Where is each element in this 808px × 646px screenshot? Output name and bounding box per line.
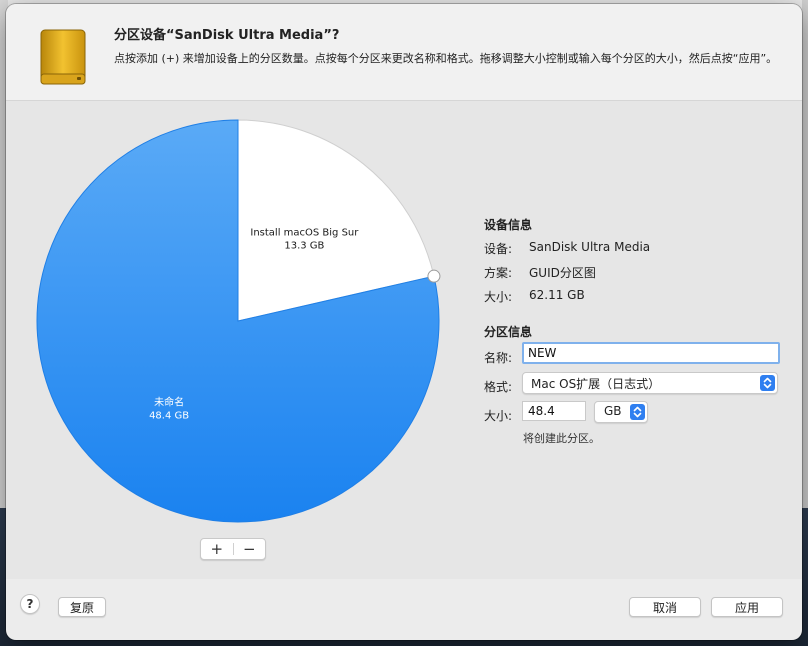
device-size-label: 大小:: [484, 290, 513, 304]
revert-button[interactable]: 复原: [58, 597, 106, 617]
partition-stepper: + −: [200, 538, 266, 560]
remove-partition-button[interactable]: −: [233, 539, 265, 559]
format-value: Mac OS扩展（日志式）: [531, 377, 661, 391]
device-value: SanDisk Ultra Media: [529, 240, 651, 254]
name-label: 名称:: [484, 351, 513, 365]
unit-value: GB: [604, 404, 622, 418]
cancel-button[interactable]: 取消: [629, 597, 701, 617]
resize-handle[interactable]: [427, 269, 441, 283]
partition-size-label: 48.4 GB: [149, 410, 189, 421]
scheme-label: 方案:: [484, 266, 513, 280]
size-label: 大小:: [484, 409, 513, 423]
unit-select[interactable]: GB: [594, 401, 648, 423]
format-label: 格式:: [484, 380, 513, 394]
partition-name-input[interactable]: [522, 342, 780, 364]
device-label: 设备:: [484, 242, 513, 256]
partition-name-label: 未命名: [154, 395, 184, 408]
device-size-value: 62.11 GB: [529, 288, 585, 302]
partition-size-label: 13.3 GB: [284, 241, 324, 252]
scheme-value: GUID分区图: [529, 266, 596, 280]
partition-size-input[interactable]: [522, 401, 586, 421]
dialog-subtitle: 点按添加 (+) 来增加设备上的分区数量。点按每个分区来更改名称和格式。拖移调整…: [114, 52, 778, 65]
external-drive-icon: [40, 29, 86, 85]
partition-pie-chart[interactable]: Install macOS Big Sur 13.3 GB 未命名 48.4 GB: [30, 113, 446, 529]
help-button[interactable]: ?: [20, 594, 40, 614]
device-info-title: 设备信息: [484, 218, 533, 232]
dialog-header: 分区设备“SanDisk Ultra Media”? 点按添加 (+) 来增加设…: [6, 4, 802, 100]
add-partition-button[interactable]: +: [201, 539, 233, 559]
partition-info-title: 分区信息: [484, 325, 533, 339]
apply-button[interactable]: 应用: [711, 597, 783, 617]
format-select[interactable]: Mac OS扩展（日志式）: [522, 372, 778, 394]
dialog-title: 分区设备“SanDisk Ultra Media”?: [114, 28, 340, 43]
chevron-up-down-icon: [630, 404, 645, 420]
chevron-up-down-icon: [760, 375, 775, 391]
partition-name-label: Install macOS Big Sur: [250, 228, 359, 239]
partition-note: 将创建此分区。: [523, 432, 600, 445]
